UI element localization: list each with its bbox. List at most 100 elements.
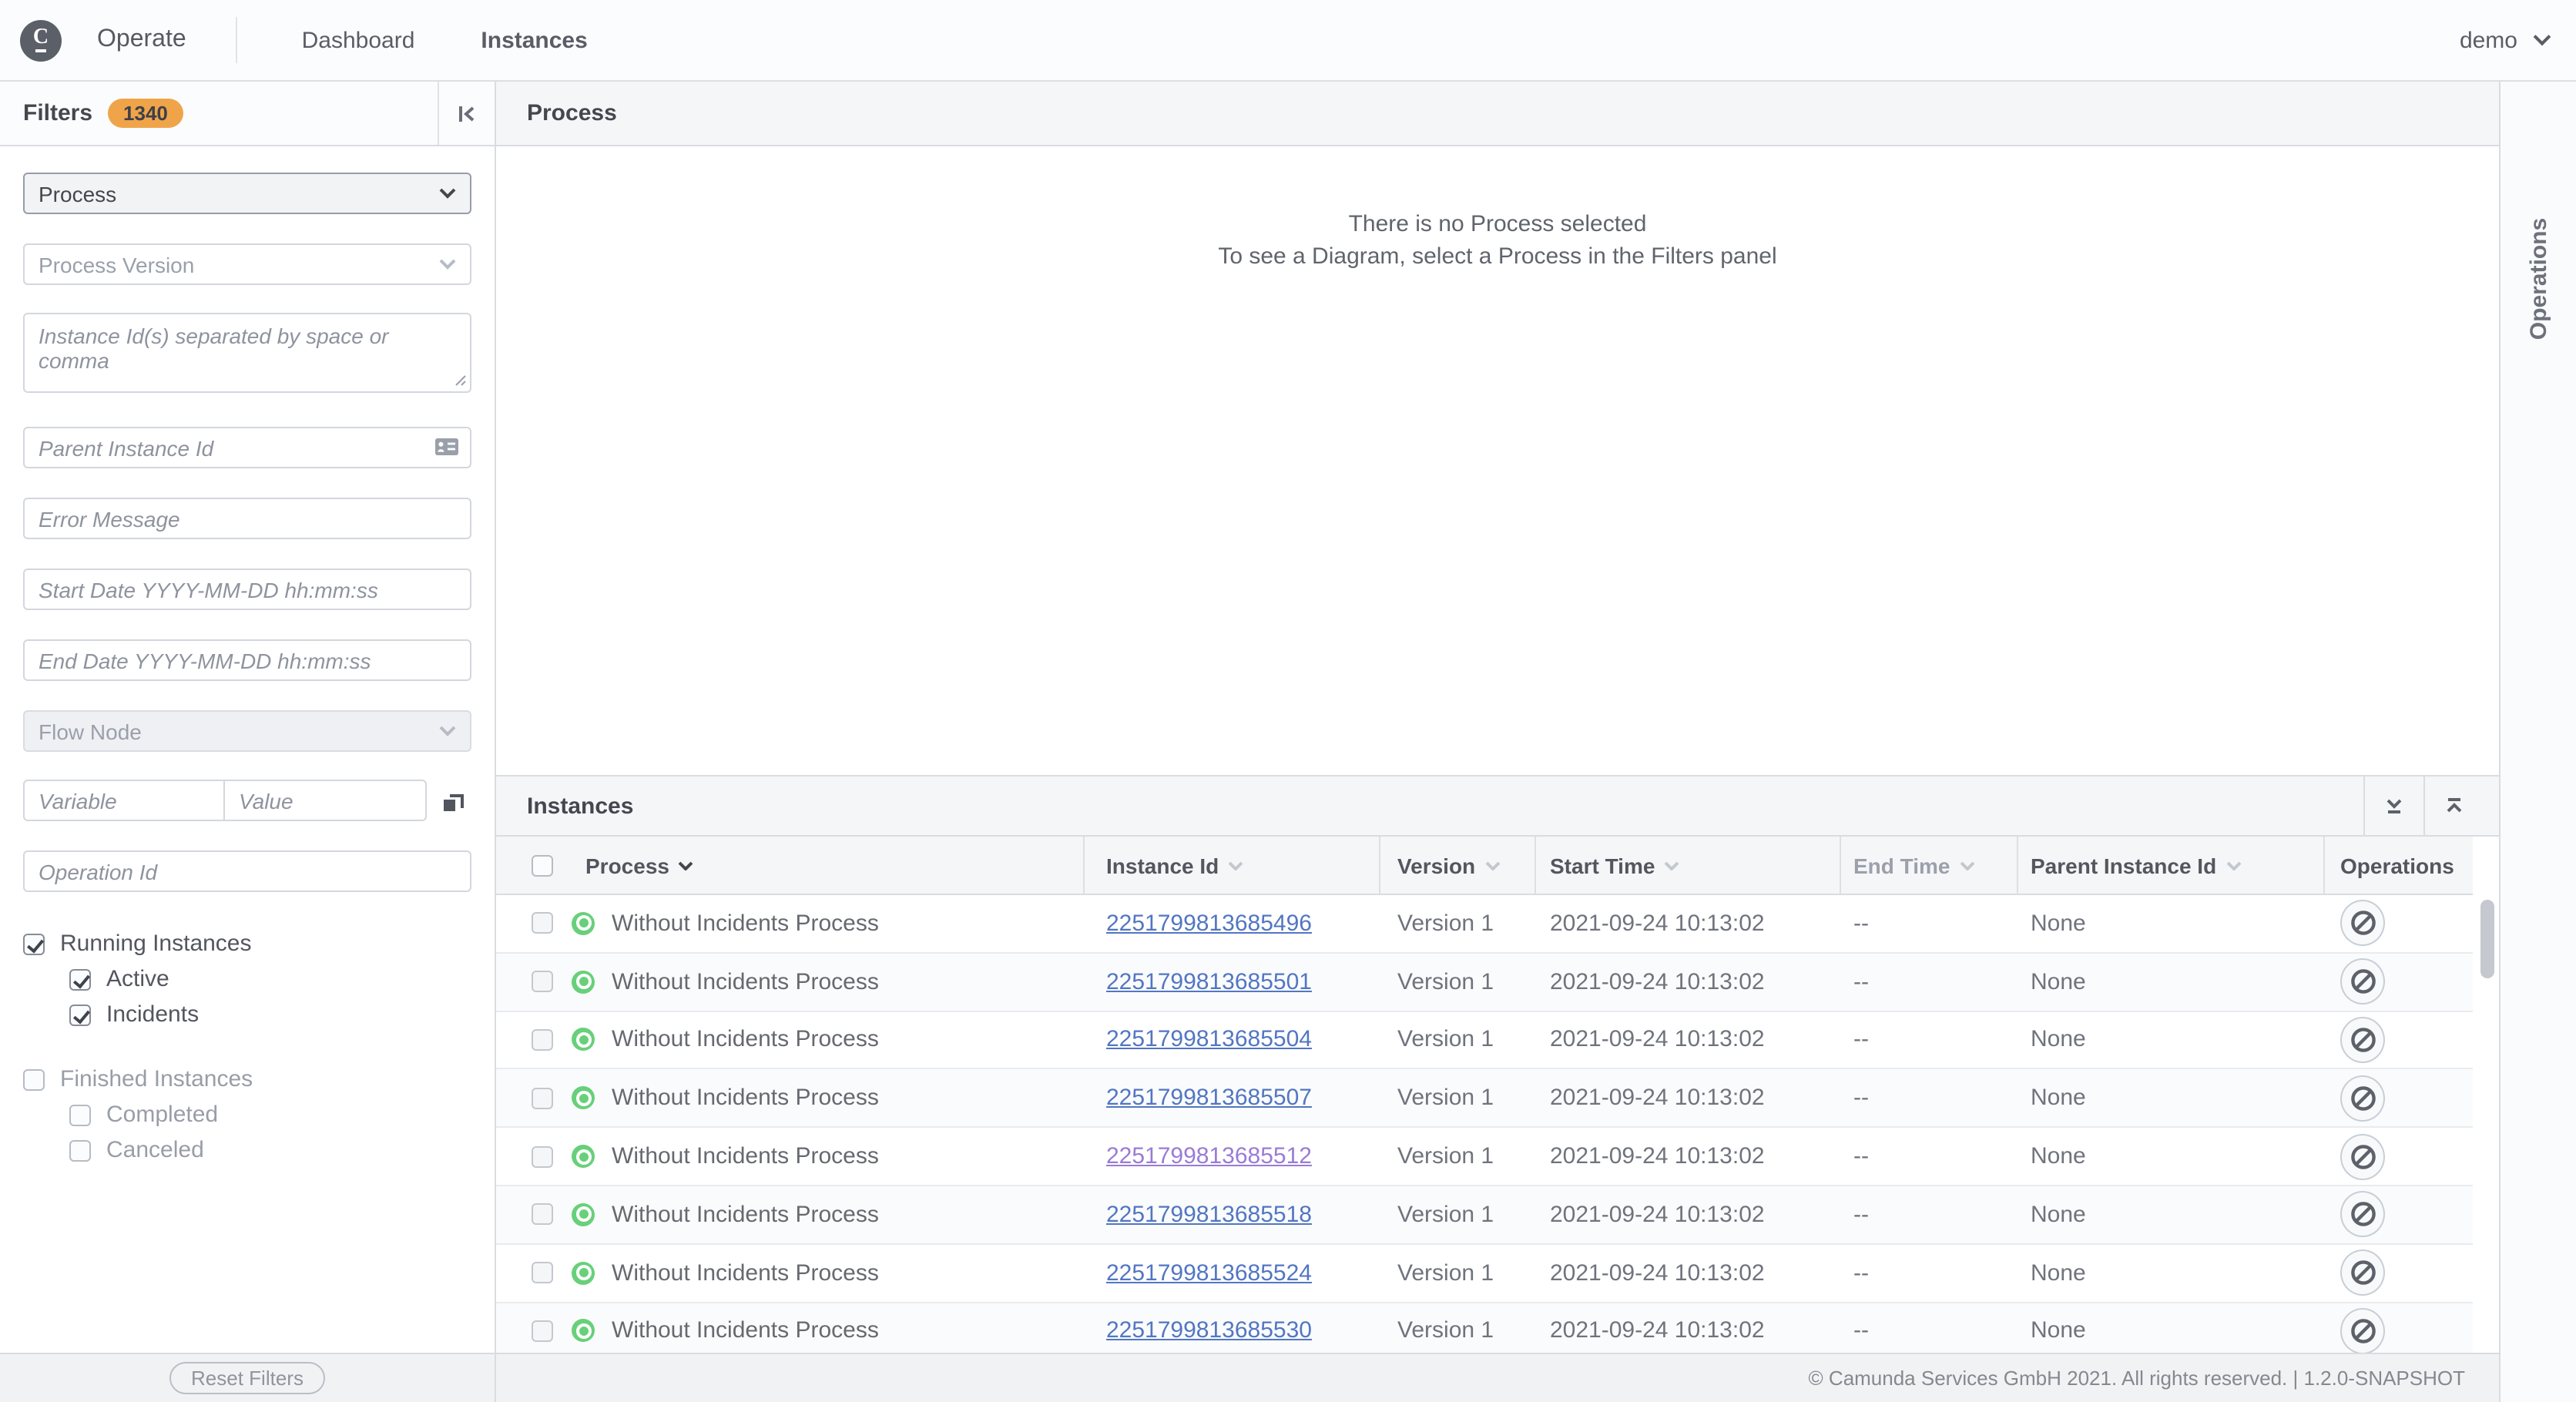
cancel-operation-button[interactable] bbox=[2340, 1249, 2385, 1296]
end-date-input[interactable] bbox=[23, 639, 471, 681]
row-checkbox[interactable] bbox=[532, 1203, 553, 1226]
operations-panel-collapsed[interactable]: Operations bbox=[2499, 82, 2576, 1402]
start-date-input[interactable] bbox=[23, 569, 471, 610]
variable-name-input[interactable] bbox=[23, 780, 225, 821]
circle-slash-icon bbox=[2350, 1028, 2375, 1052]
row-checkbox[interactable] bbox=[532, 1087, 553, 1109]
column-header-version[interactable]: Version bbox=[1397, 853, 1475, 877]
instances-panel: Instances Process Instance Id Version St… bbox=[496, 775, 2499, 1353]
filter-checkbox[interactable] bbox=[69, 1139, 91, 1161]
cancel-operation-button[interactable] bbox=[2340, 1016, 2385, 1063]
process-version-select[interactable]: Process Version bbox=[23, 243, 471, 285]
row-process-name: Without Incidents Process bbox=[612, 1317, 879, 1344]
sort-icon[interactable] bbox=[1228, 860, 1243, 870]
row-version: Version 1 bbox=[1397, 1259, 1494, 1286]
user-menu[interactable]: demo bbox=[2460, 27, 2551, 53]
cancel-operation-button[interactable] bbox=[2340, 1191, 2385, 1238]
chevron-down-icon bbox=[439, 188, 456, 199]
cancel-operation-button[interactable] bbox=[2340, 1075, 2385, 1122]
reset-filters-button[interactable]: Reset Filters bbox=[169, 1362, 325, 1394]
error-message-input[interactable] bbox=[23, 498, 471, 539]
row-process-name: Without Incidents Process bbox=[612, 1143, 879, 1170]
filters-panel: Filters 1340 Process Process Version Ins… bbox=[0, 82, 496, 1402]
variable-value-input[interactable] bbox=[223, 780, 427, 821]
sort-icon[interactable] bbox=[2225, 860, 2241, 870]
row-checkbox[interactable] bbox=[532, 1262, 553, 1284]
process-panel-header: Process bbox=[496, 82, 2499, 146]
active-status-icon bbox=[572, 911, 595, 935]
main-content: Process There is no Process selected To … bbox=[496, 82, 2499, 1402]
camunda-logo-icon[interactable]: C bbox=[20, 19, 62, 61]
instance-id-link[interactable]: 2251799813685507 bbox=[1106, 1085, 1312, 1112]
instances-table: Process Instance Id Version Start Time E… bbox=[496, 837, 2494, 1353]
row-start-time: 2021-09-24 10:13:02 bbox=[1550, 1201, 1765, 1228]
filter-checkbox[interactable] bbox=[69, 1004, 91, 1025]
nav-dashboard[interactable]: Dashboard bbox=[302, 27, 415, 53]
flow-node-select[interactable]: Flow Node bbox=[23, 710, 471, 752]
row-process-name: Without Incidents Process bbox=[612, 1201, 879, 1228]
process-select[interactable]: Process bbox=[23, 173, 471, 214]
filters-header: Filters 1340 bbox=[0, 82, 495, 146]
row-start-time: 2021-09-24 10:13:02 bbox=[1550, 1259, 1765, 1286]
instance-id-link[interactable]: 2251799813685504 bbox=[1106, 1027, 1312, 1053]
filter-checkbox-label: Finished Instances bbox=[60, 1066, 253, 1092]
row-version: Version 1 bbox=[1397, 910, 1494, 937]
column-header-end-time: End Time bbox=[1853, 853, 1950, 877]
row-version: Version 1 bbox=[1397, 1143, 1494, 1170]
sort-icon[interactable] bbox=[1664, 860, 1679, 870]
expand-panel-up-button[interactable] bbox=[2423, 776, 2484, 835]
collapse-filters-button[interactable] bbox=[438, 82, 495, 145]
column-header-start-time[interactable]: Start Time bbox=[1550, 853, 1655, 877]
row-end-time: -- bbox=[1853, 1259, 1869, 1286]
row-end-time: -- bbox=[1853, 1085, 1869, 1112]
circle-slash-icon bbox=[2350, 969, 2375, 994]
row-process-name: Without Incidents Process bbox=[612, 1026, 879, 1053]
instance-id-link[interactable]: 2251799813685530 bbox=[1106, 1318, 1312, 1344]
row-checkbox[interactable] bbox=[532, 1145, 553, 1168]
nav-instances[interactable]: Instances bbox=[481, 27, 587, 53]
table-row: Without Incidents Process 22517998136854… bbox=[496, 895, 2473, 954]
sort-icon[interactable] bbox=[1484, 860, 1500, 870]
cancel-operation-button[interactable] bbox=[2340, 1307, 2385, 1353]
instance-id-link[interactable]: 2251799813685524 bbox=[1106, 1259, 1312, 1286]
row-checkbox[interactable] bbox=[532, 1320, 553, 1342]
sort-desc-icon[interactable] bbox=[679, 860, 694, 870]
operation-id-input[interactable] bbox=[23, 850, 471, 892]
camunda-operate-app: C Operate Dashboard Instances demo Filte… bbox=[0, 0, 2576, 1402]
filter-checkbox[interactable] bbox=[23, 1068, 45, 1090]
filter-checkbox[interactable] bbox=[69, 1104, 91, 1125]
row-checkbox[interactable] bbox=[532, 1028, 553, 1051]
resize-handle-icon[interactable] bbox=[454, 374, 467, 387]
instance-id-link[interactable]: 2251799813685518 bbox=[1106, 1202, 1312, 1228]
copyright-text: © Camunda Services GmbH 2021. All rights… bbox=[1808, 1367, 2465, 1390]
circle-slash-icon bbox=[2350, 1260, 2375, 1286]
instance-id-link[interactable]: 2251799813685501 bbox=[1106, 968, 1312, 994]
row-checkbox[interactable] bbox=[532, 971, 553, 993]
cancel-operation-button[interactable] bbox=[2340, 958, 2385, 1005]
row-checkbox[interactable] bbox=[532, 912, 553, 934]
column-header-instance-id[interactable]: Instance Id bbox=[1106, 853, 1219, 877]
instance-id-link[interactable]: 2251799813685496 bbox=[1106, 911, 1312, 937]
row-parent-instance-id: None bbox=[2031, 1143, 2086, 1170]
instance-ids-textarea[interactable] bbox=[23, 313, 471, 393]
instance-id-link[interactable]: 2251799813685512 bbox=[1106, 1143, 1312, 1169]
table-scrollbar-thumb[interactable] bbox=[2480, 900, 2494, 978]
parent-instance-id-input[interactable] bbox=[23, 427, 471, 468]
cancel-operation-button[interactable] bbox=[2340, 1133, 2385, 1180]
open-json-editor-button[interactable] bbox=[442, 790, 464, 811]
instances-panel-header: Instances bbox=[496, 776, 2499, 837]
column-header-process[interactable]: Process bbox=[585, 853, 669, 877]
process-diagram-body: There is no Process selected To see a Di… bbox=[496, 208, 2499, 775]
filters-body: Process Process Version Instance Id(s) s… bbox=[0, 146, 495, 1353]
filter-checkbox[interactable] bbox=[23, 933, 45, 954]
circle-slash-icon bbox=[2350, 1319, 2375, 1343]
column-header-parent-instance-id[interactable]: Parent Instance Id bbox=[2031, 853, 2216, 877]
filter-checkbox-label: Incidents bbox=[106, 1001, 200, 1028]
chevron-down-icon bbox=[2533, 28, 2551, 46]
select-all-checkbox[interactable] bbox=[532, 854, 553, 876]
filter-checkbox-label: Completed bbox=[106, 1102, 219, 1128]
cancel-operation-button[interactable] bbox=[2340, 900, 2385, 947]
expand-panel-down-button[interactable] bbox=[2363, 776, 2423, 835]
filter-checkbox[interactable] bbox=[69, 968, 91, 990]
circle-slash-icon bbox=[2350, 1144, 2375, 1169]
